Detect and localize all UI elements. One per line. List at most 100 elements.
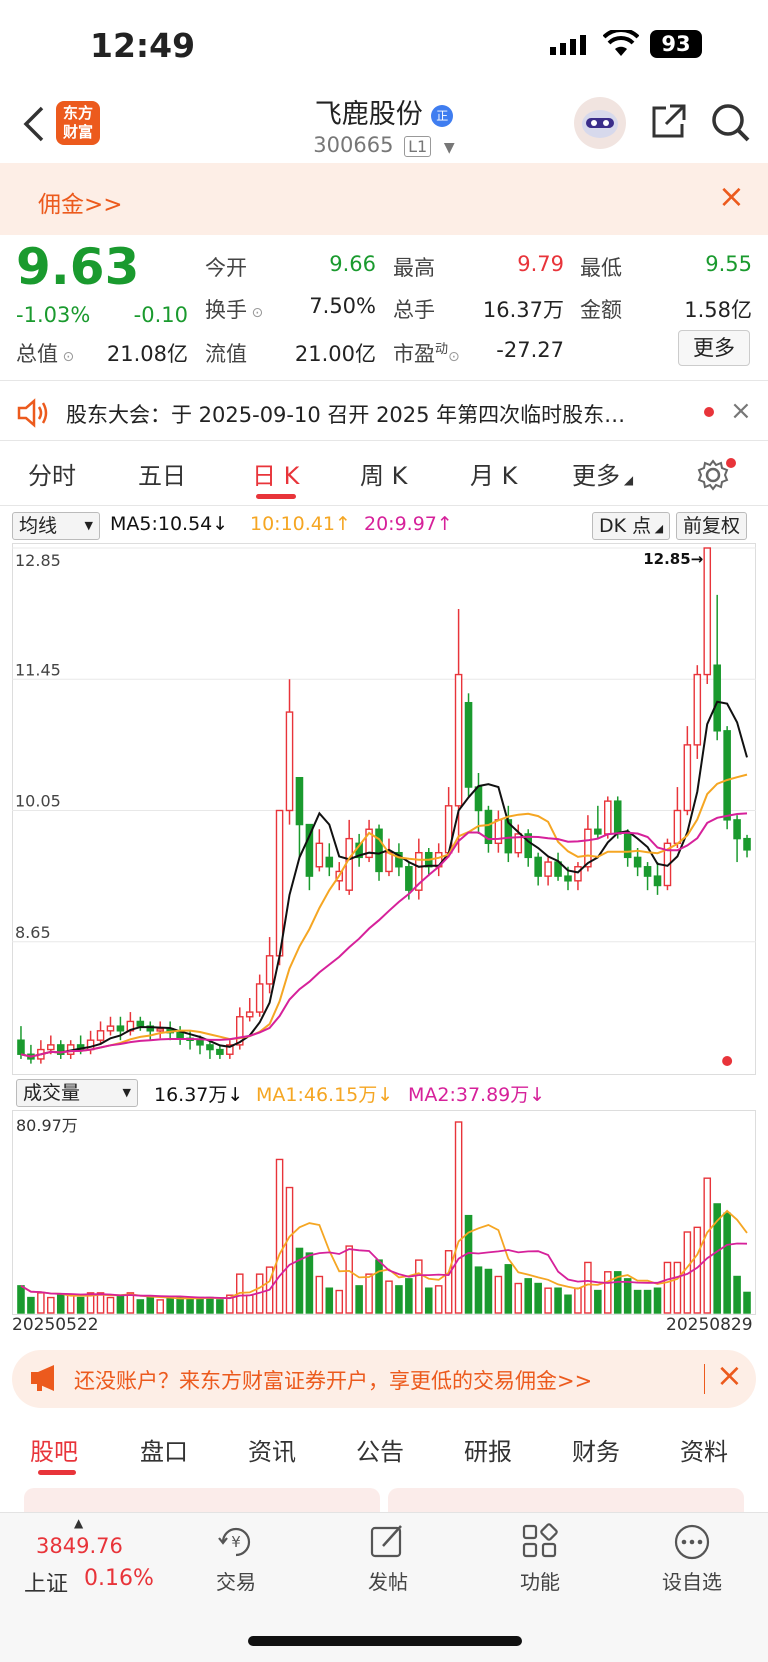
post-nav[interactable]: 发帖 xyxy=(338,1522,438,1595)
candle-body xyxy=(653,875,662,887)
volume-bar xyxy=(484,1268,493,1314)
volume-bar xyxy=(37,1292,45,1314)
end-date: 20250829 xyxy=(666,1315,753,1335)
candle-body xyxy=(325,856,334,868)
candle-body xyxy=(315,842,324,868)
candle-body xyxy=(733,819,741,840)
volume-bar xyxy=(96,1292,105,1314)
tab-weekly-k[interactable]: 周 K xyxy=(360,456,407,491)
candle-body xyxy=(106,1025,115,1032)
volume-selector[interactable]: 成交量 ▼ xyxy=(16,1079,138,1107)
high-label: 最高 xyxy=(393,256,435,280)
tab-more[interactable]: 更多 ◢ xyxy=(572,456,633,491)
volume-bar xyxy=(554,1287,562,1314)
candle-body xyxy=(96,1030,105,1041)
volume-chart[interactable] xyxy=(12,1110,756,1315)
volume-bar xyxy=(534,1282,542,1314)
commission-banner[interactable]: 佣金>> × xyxy=(0,163,768,235)
wifi-icon xyxy=(602,27,640,62)
candle-body xyxy=(723,730,731,821)
tab-news[interactable]: 资讯 xyxy=(248,1432,296,1467)
index-value[interactable]: 3849.76 xyxy=(36,1534,123,1558)
volume-bar xyxy=(196,1296,204,1314)
candle-body xyxy=(673,809,682,845)
settings-gear-icon[interactable] xyxy=(696,458,730,496)
price-axis-label: 8.65 xyxy=(15,923,51,942)
robot-avatar-icon[interactable] xyxy=(574,97,626,149)
candle-body xyxy=(116,1025,125,1032)
mktcap-value: 21.08亿 xyxy=(106,342,188,366)
turnover-value: 7.50% xyxy=(309,294,376,318)
post-label: 发帖 xyxy=(368,1570,408,1594)
volume-bar xyxy=(584,1261,592,1314)
adjust-button[interactable]: 前复权 xyxy=(676,512,748,540)
candle-body xyxy=(206,1044,214,1051)
partial-cards-right xyxy=(388,1488,744,1512)
search-icon[interactable] xyxy=(710,102,752,148)
candle-body xyxy=(544,861,552,877)
tab-daily-k[interactable]: 日 K xyxy=(252,456,299,491)
candle-body xyxy=(693,673,702,746)
mktcap-label: 总值 ⊙ xyxy=(16,342,75,366)
turnover-label: 换手 ⊙ xyxy=(205,298,264,322)
volume-bar xyxy=(305,1252,314,1314)
volume-bar xyxy=(424,1287,433,1314)
ma-selector[interactable]: 均线 ▼ xyxy=(12,512,100,540)
add-watchlist-nav[interactable]: 设自选 xyxy=(642,1522,742,1595)
volume-bar xyxy=(27,1296,35,1314)
svg-text:¥: ¥ xyxy=(231,1533,241,1551)
candle-body xyxy=(176,1031,184,1040)
ma5-legend: MA5:10.54↓ xyxy=(110,513,229,535)
volume-bar xyxy=(693,1226,702,1314)
open-value: 9.66 xyxy=(329,252,376,276)
volume-bar xyxy=(723,1212,731,1314)
dk-point-button[interactable]: DK 点 ◢ xyxy=(592,512,671,540)
trade-icon: ¥ xyxy=(218,1527,251,1557)
stock-code: 300665 xyxy=(313,133,394,157)
volume-label: 总手 xyxy=(393,298,435,322)
candle-body xyxy=(564,875,572,882)
candle-body xyxy=(136,1020,145,1027)
volume-bar xyxy=(604,1271,612,1314)
partial-cards xyxy=(24,1488,380,1512)
volume-bar xyxy=(66,1294,75,1314)
more-button[interactable]: 更多 xyxy=(678,330,750,366)
battery-icon: 93 xyxy=(650,30,702,58)
tab-five-day[interactable]: 五日 xyxy=(138,456,186,491)
kline-chart[interactable]: 12.85 11.45 10.05 8.65 12.85→ xyxy=(12,543,756,1075)
volume-bar xyxy=(653,1287,662,1314)
promo-close-button[interactable]: × xyxy=(716,1356,743,1394)
index-pct: 0.16% xyxy=(84,1566,154,1591)
promo-text: 还没账户？来东方财富证券开户，享更低的交易佣金>> xyxy=(74,1369,593,1393)
vol-ma2-legend: MA2:37.89万↓ xyxy=(408,1084,546,1106)
tab-announcements[interactable]: 公告 xyxy=(356,1432,404,1467)
tab-research[interactable]: 研报 xyxy=(464,1432,512,1467)
volume-bar xyxy=(47,1296,55,1314)
chart-frame xyxy=(12,543,756,1075)
current-price: 9.63 xyxy=(16,238,140,296)
volume-bar xyxy=(454,1121,463,1314)
function-nav[interactable]: 功能 xyxy=(490,1522,590,1595)
tab-intraday[interactable]: 分时 xyxy=(28,456,76,491)
tab-guba[interactable]: 股吧 xyxy=(30,1432,78,1467)
banner-close-button[interactable]: × xyxy=(718,177,745,215)
tab-monthly-k[interactable]: 月 K xyxy=(470,456,517,491)
volume-bar xyxy=(166,1297,174,1314)
tab-pankou[interactable]: 盘口 xyxy=(140,1432,188,1467)
high-value: 9.79 xyxy=(517,252,564,276)
event-marker xyxy=(722,1056,733,1066)
tab-profile[interactable]: 资料 xyxy=(680,1432,728,1467)
trade-nav[interactable]: ¥ 交易 xyxy=(186,1522,286,1595)
index-up-arrow: ▲ xyxy=(74,1516,84,1530)
ma20-legend: 20:9.97↑ xyxy=(364,513,453,535)
notice-text[interactable]: 股东大会：于 2025-09-10 召开 2025 年第四次临时股东… xyxy=(66,399,678,429)
open-account-promo[interactable]: 还没账户？来东方财富证券开户，享更低的交易佣金>> × xyxy=(12,1350,756,1408)
volume-bar xyxy=(365,1273,373,1314)
volume-bar xyxy=(216,1299,224,1314)
price-axis-label: 12.85 xyxy=(15,551,61,570)
tab-finance[interactable]: 财务 xyxy=(572,1432,620,1467)
share-icon[interactable] xyxy=(648,102,688,146)
candle-body xyxy=(633,856,642,868)
guba-tab-indicator xyxy=(38,1470,76,1475)
notice-close-button[interactable]: × xyxy=(730,396,752,426)
